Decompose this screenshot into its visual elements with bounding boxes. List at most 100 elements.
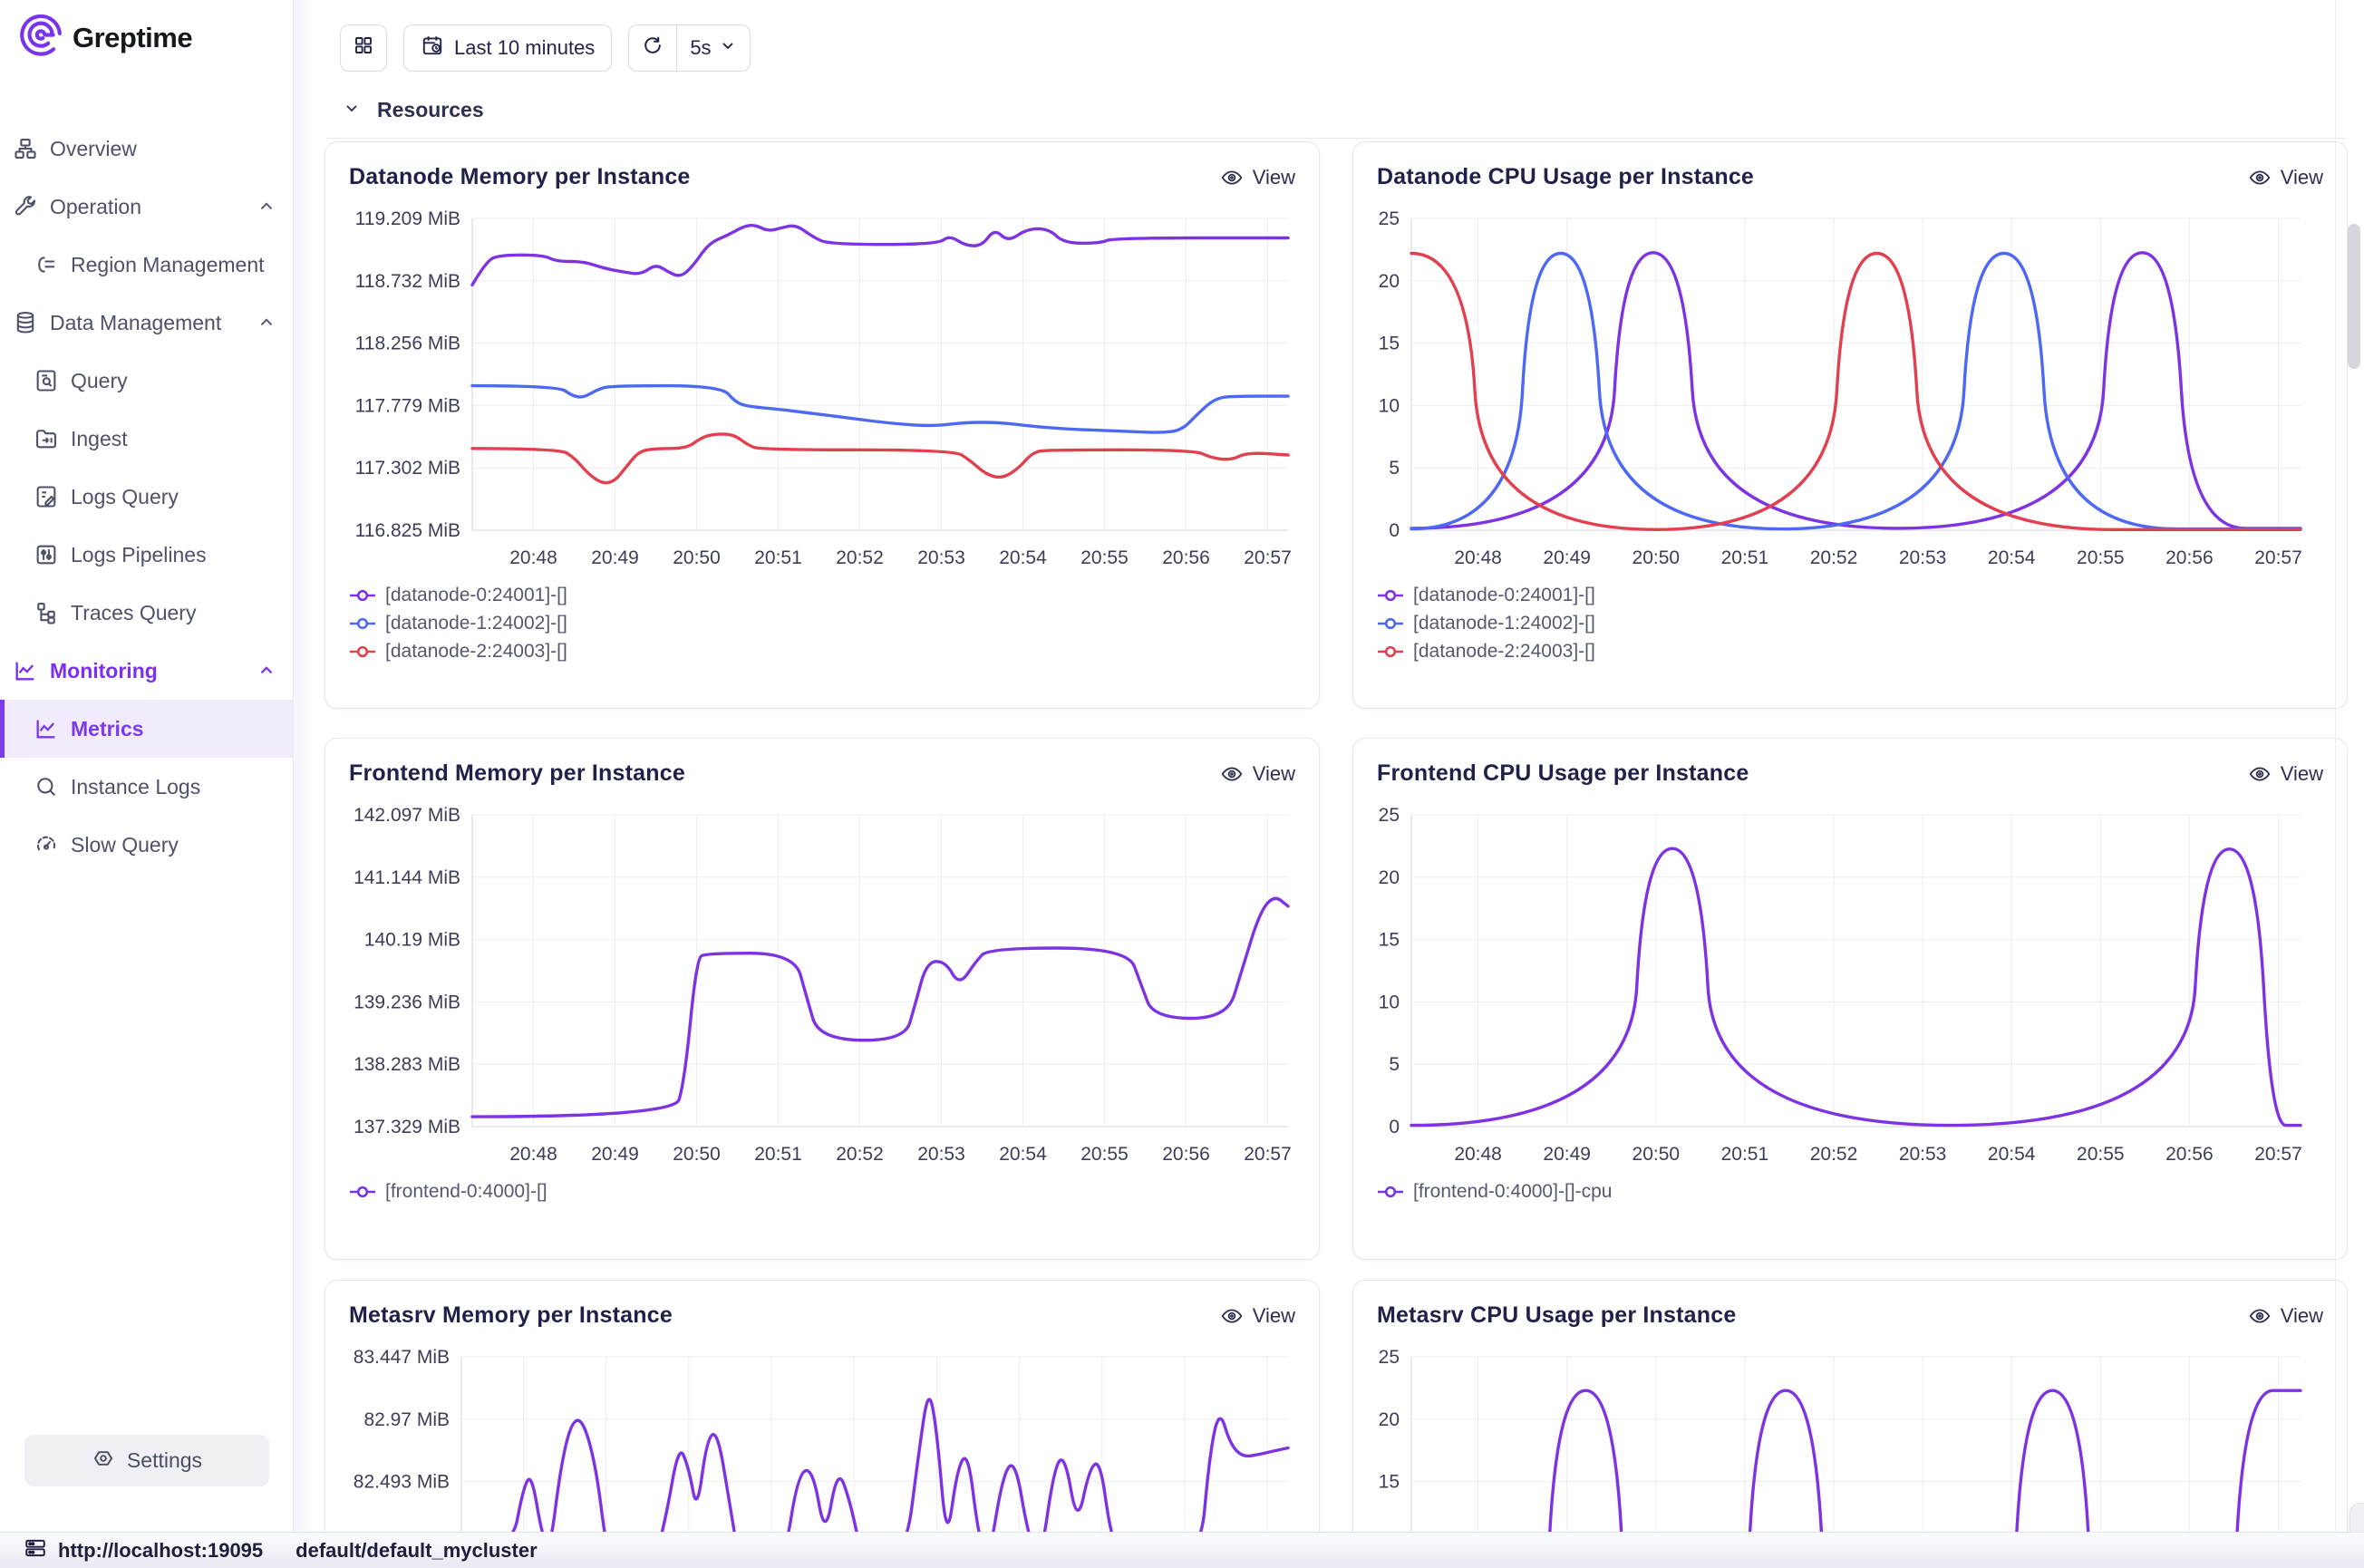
sliders-icon bbox=[33, 541, 60, 568]
sidebar-item-instance-logs[interactable]: Instance Logs bbox=[0, 758, 293, 816]
legend-item[interactable]: [datanode-2:24003]-[] bbox=[349, 637, 1319, 665]
legend-item[interactable]: [datanode-0:24001]-[] bbox=[349, 581, 1319, 609]
svg-text:20:52: 20:52 bbox=[836, 547, 884, 568]
section-title: Resources bbox=[377, 98, 484, 122]
sidebar-item-logs-pipelines[interactable]: Logs Pipelines bbox=[0, 526, 293, 584]
sidebar-item-slow-query[interactable]: Slow Query bbox=[0, 816, 293, 874]
svg-text:118.732 MiB: 118.732 MiB bbox=[355, 271, 460, 292]
sidebar-item-label: Metrics bbox=[71, 717, 144, 741]
refresh-icon bbox=[642, 34, 664, 62]
chart-canvas[interactable]: 20:4820:4920:5020:5120:5220:5320:5420:55… bbox=[325, 192, 1295, 576]
sidebar-item-traces-query[interactable]: Traces Query bbox=[0, 584, 293, 642]
legend-item[interactable]: [frontend-0:4000]-[] bbox=[349, 1177, 1319, 1205]
view-label: View bbox=[1253, 762, 1295, 786]
chart-canvas[interactable]: 20:4820:4920:5020:5120:5220:5320:5420:55… bbox=[1353, 789, 2308, 1172]
svg-text:15: 15 bbox=[1379, 930, 1400, 951]
refresh-interval-select[interactable]: 5s bbox=[676, 25, 749, 71]
eye-icon bbox=[2248, 166, 2272, 189]
svg-text:20:56: 20:56 bbox=[1162, 1144, 1210, 1165]
time-range-button[interactable]: Last 10 minutes bbox=[403, 24, 612, 72]
chart-card-frontend-cpu: Frontend CPU Usage per Instance View 20:… bbox=[1352, 738, 2348, 1260]
server-url[interactable]: http://localhost:19095 bbox=[58, 1539, 263, 1563]
resources-section-toggle[interactable]: Resources bbox=[343, 98, 484, 122]
svg-text:5: 5 bbox=[1389, 1054, 1400, 1075]
legend-marker-icon bbox=[1377, 645, 1404, 658]
chart-canvas[interactable]: 252015 bbox=[1353, 1331, 2308, 1532]
svg-text:20:51: 20:51 bbox=[1721, 547, 1769, 568]
sidebar-item-logs-query[interactable]: Logs Query bbox=[0, 468, 293, 526]
legend-marker-icon bbox=[1377, 589, 1404, 602]
view-button[interactable]: View bbox=[1220, 1304, 1295, 1328]
sidebar-item-label: Monitoring bbox=[50, 659, 158, 683]
svg-text:20:49: 20:49 bbox=[591, 547, 639, 568]
eye-icon bbox=[1220, 1304, 1244, 1328]
view-label: View bbox=[2281, 166, 2323, 189]
scroll-track-divider bbox=[2335, 0, 2336, 1532]
refresh-button[interactable] bbox=[629, 25, 676, 71]
vertical-scrollbar[interactable] bbox=[2348, 224, 2360, 369]
svg-text:15: 15 bbox=[1379, 334, 1400, 354]
chevron-up-icon[interactable] bbox=[257, 661, 276, 681]
svg-text:0: 0 bbox=[1389, 1117, 1400, 1137]
settings-button[interactable]: Settings bbox=[24, 1435, 269, 1486]
svg-text:25: 25 bbox=[1379, 1347, 1400, 1368]
view-button[interactable]: View bbox=[1220, 166, 1295, 189]
eye-icon bbox=[2248, 1304, 2272, 1328]
svg-text:137.329 MiB: 137.329 MiB bbox=[354, 1117, 460, 1137]
cluster-name[interactable]: default/default_mycluster bbox=[296, 1539, 538, 1563]
eye-icon bbox=[2248, 762, 2272, 786]
doc-search-icon bbox=[33, 367, 60, 394]
legend-label: [frontend-0:4000]-[] bbox=[385, 1181, 547, 1203]
line-chart-icon bbox=[12, 657, 39, 684]
logo[interactable]: Greptime bbox=[0, 0, 293, 63]
chart-canvas[interactable]: 20:4820:4920:5020:5120:5220:5320:5420:55… bbox=[325, 789, 1295, 1172]
chart-card-metasrv-cpu: Metasrv CPU Usage per Instance View 2520… bbox=[1352, 1280, 2348, 1532]
svg-text:20:48: 20:48 bbox=[509, 1144, 557, 1165]
sidebar-item-ingest[interactable]: Ingest bbox=[0, 410, 293, 468]
svg-text:138.283 MiB: 138.283 MiB bbox=[354, 1054, 460, 1075]
svg-text:25: 25 bbox=[1379, 805, 1400, 826]
sidebar-item-operation[interactable]: Operation bbox=[0, 178, 293, 236]
legend-item[interactable]: [datanode-1:24002]-[] bbox=[349, 609, 1319, 637]
svg-text:20:55: 20:55 bbox=[2077, 547, 2125, 568]
time-range-label: Last 10 minutes bbox=[454, 36, 595, 60]
sidebar-item-data-management[interactable]: Data Management bbox=[0, 294, 293, 352]
svg-text:20:50: 20:50 bbox=[673, 1144, 721, 1165]
sidebar-item-label: Query bbox=[71, 369, 128, 393]
svg-text:20:56: 20:56 bbox=[2165, 1144, 2214, 1165]
view-button[interactable]: View bbox=[1220, 762, 1295, 786]
svg-text:20:49: 20:49 bbox=[1543, 547, 1591, 568]
legend-marker-icon bbox=[349, 589, 376, 602]
sidebar-item-monitoring[interactable]: Monitoring bbox=[0, 642, 293, 700]
legend-item[interactable]: [datanode-1:24002]-[] bbox=[1377, 609, 2347, 637]
view-button[interactable]: View bbox=[2248, 762, 2323, 786]
sidebar-item-label: Ingest bbox=[71, 427, 128, 451]
chart-card-metasrv-memory: Metasrv Memory per Instance View 83.447 … bbox=[325, 1280, 1320, 1532]
legend-label: [frontend-0:4000]-[]-cpu bbox=[1413, 1181, 1612, 1203]
sidebar-item-metrics[interactable]: Metrics bbox=[0, 700, 293, 758]
view-button[interactable]: View bbox=[2248, 166, 2323, 189]
sidebar-item-query[interactable]: Query bbox=[0, 352, 293, 410]
chevron-up-icon[interactable] bbox=[257, 197, 276, 217]
svg-text:20:48: 20:48 bbox=[509, 547, 557, 568]
legend-item[interactable]: [frontend-0:4000]-[]-cpu bbox=[1377, 1177, 2347, 1205]
svg-text:117.302 MiB: 117.302 MiB bbox=[355, 458, 460, 479]
svg-text:82.97 MiB: 82.97 MiB bbox=[363, 1409, 450, 1430]
sidebar-item-overview[interactable]: Overview bbox=[0, 120, 293, 178]
svg-text:20:54: 20:54 bbox=[999, 1144, 1047, 1165]
view-label: View bbox=[1253, 1304, 1295, 1328]
legend-item[interactable]: [datanode-2:24003]-[] bbox=[1377, 637, 2347, 665]
view-button[interactable]: View bbox=[2248, 1304, 2323, 1328]
chart-canvas[interactable]: 20:4820:4920:5020:5120:5220:5320:5420:55… bbox=[1353, 192, 2308, 576]
svg-text:20:51: 20:51 bbox=[754, 1144, 802, 1165]
main-content: Last 10 minutes 5s Resources Datanode M bbox=[294, 0, 2364, 1532]
database-icon bbox=[12, 309, 39, 336]
svg-text:116.825 MiB: 116.825 MiB bbox=[355, 520, 460, 541]
legend-item[interactable]: [datanode-0:24001]-[] bbox=[1377, 581, 2347, 609]
chevron-up-icon[interactable] bbox=[257, 313, 276, 333]
svg-text:20: 20 bbox=[1379, 1409, 1400, 1430]
chart-canvas[interactable]: 83.447 MiB82.97 MiB82.493 MiB bbox=[325, 1331, 1295, 1532]
sidebar-item-label: Traces Query bbox=[71, 601, 196, 625]
dashboard-grid-button[interactable] bbox=[340, 24, 387, 72]
sidebar-item-region-management[interactable]: Region Management bbox=[0, 236, 293, 294]
